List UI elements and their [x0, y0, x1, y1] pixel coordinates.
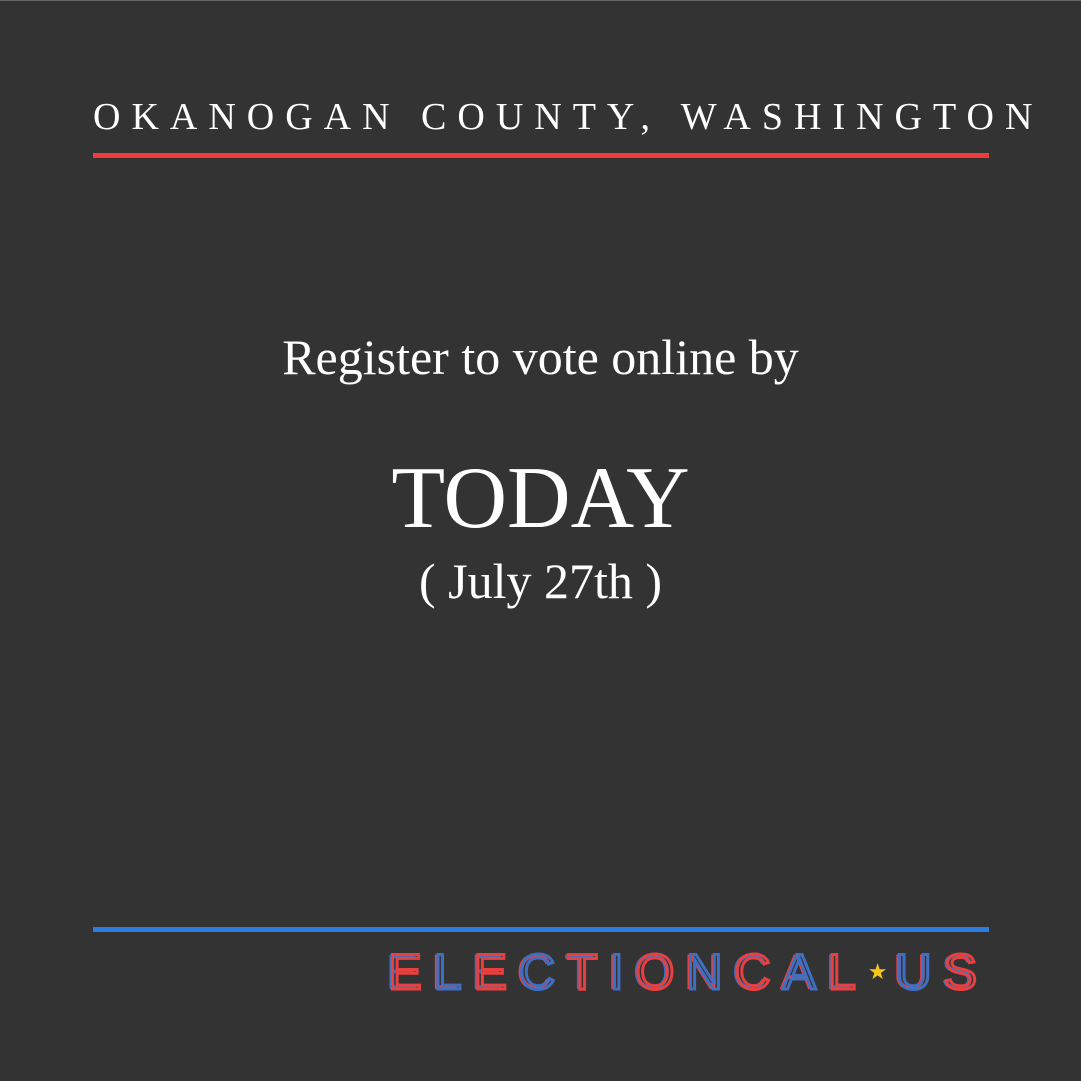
deadline-date: ( July 27th )	[418, 553, 663, 609]
star-icon: ★	[867, 959, 888, 984]
logo-letter: T	[566, 944, 610, 1000]
logo-letter: L	[826, 944, 868, 1000]
logo-text-right: US	[894, 944, 989, 1000]
logo-letter: A	[781, 944, 828, 1000]
logo-letter: U	[894, 944, 944, 1000]
logo-letter: L	[432, 944, 474, 1000]
deadline-text: TODAY	[391, 450, 690, 547]
logo-letter: N	[685, 944, 735, 1000]
logo-letter: E	[472, 944, 519, 1000]
county-title: OKANOGAN COUNTY, WASHINGTON	[93, 96, 1044, 138]
logo-letter: C	[517, 944, 568, 1000]
register-text: Register to vote online by	[282, 329, 799, 385]
blue-divider	[93, 927, 989, 932]
electioncal-logo: ELECTIONCAL ★ US	[387, 944, 989, 1000]
logo-letter: S	[942, 944, 989, 1000]
logo-letter: O	[634, 944, 687, 1000]
logo-letter: C	[733, 944, 783, 1000]
logo-letter: E	[387, 944, 434, 1000]
logo-text-left: ELECTIONCAL	[387, 944, 868, 1000]
logo-letter: I	[608, 944, 636, 1000]
red-divider	[93, 153, 989, 158]
